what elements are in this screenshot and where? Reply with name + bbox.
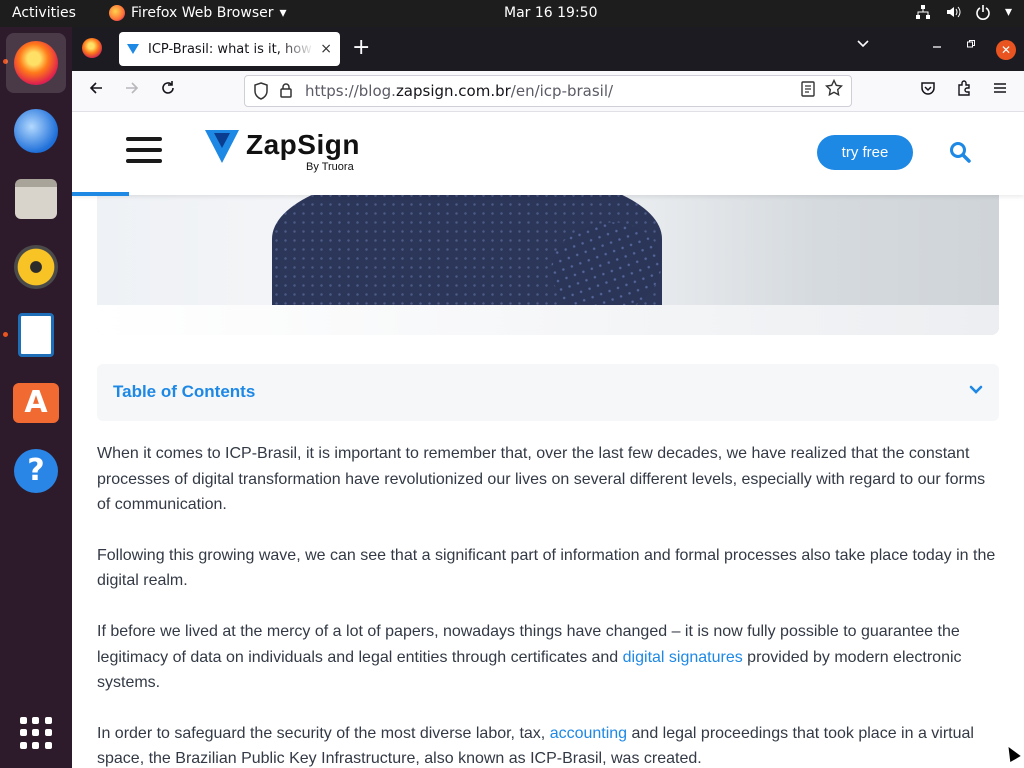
address-bar[interactable]: https://blog.zapsign.com.br/en/icp-brasi… [244,75,852,107]
lock-icon[interactable] [279,82,293,98]
tab-title: ICP-Brasil: what is it, how [148,41,312,57]
article-paragraph: In order to safeguard the security of th… [97,724,974,768]
zapsign-logo-mark[interactable] [205,130,239,163]
site-menu-hamburger-icon[interactable] [126,137,162,163]
activities-button[interactable]: Activities [12,5,76,21]
dock-thunderbird[interactable] [6,101,66,161]
chevron-down-icon[interactable] [968,382,984,398]
zapsign-favicon-icon [127,44,139,54]
digital-signatures-link[interactable]: digital signatures [623,649,743,666]
bookmark-star-icon[interactable] [825,79,843,97]
volume-icon [946,6,961,18]
dock-firefox[interactable] [6,33,66,93]
pocket-icon[interactable] [920,80,936,96]
article-paragraph: Following this growing wave, we can see … [97,546,996,590]
app-grid-icon[interactable] [20,717,52,749]
app-menu[interactable]: Firefox Web Browser ▾ [109,5,287,21]
chevron-down-icon: ▾ [279,5,287,21]
article-paragraph: When it comes to ICP-Brasil, it is impor… [97,445,986,514]
tab-bar: ICP-Brasil: what is it, how × + ✕ [72,27,1024,71]
dock-rhythmbox[interactable] [6,237,66,297]
reading-progress-bar [72,192,130,196]
dock-writer[interactable] [6,305,66,365]
thunderbird-icon [14,109,58,153]
close-window-icon[interactable]: ✕ [996,40,1016,60]
firefox-icon [14,41,58,85]
system-tray[interactable]: ▾ [915,4,1012,20]
browser-window: ICP-Brasil: what is it, how × + ✕ https:… [72,27,1024,768]
tab-icp-brasil[interactable]: ICP-Brasil: what is it, how × [119,32,340,66]
app-menu-hamburger-icon[interactable] [992,80,1008,96]
power-icon [976,5,990,20]
accounting-link[interactable]: accounting [550,725,627,742]
files-icon [15,179,57,219]
tracking-protection-shield-icon[interactable] [253,82,269,100]
chevron-down-icon: ▾ [1004,4,1012,20]
search-icon[interactable] [949,141,971,163]
help-icon: ? [14,449,58,493]
site-header: ZapSign By Truora try free [72,113,1024,196]
pinned-tab-firefox-icon[interactable] [82,38,102,58]
minimize-icon[interactable] [932,39,942,49]
dock: A ? [0,27,72,768]
article-paragraph: If before we lived at the mercy of a lot… [97,622,962,692]
site-logo-subtitle: By Truora [306,161,354,173]
software-store-icon: A [13,383,59,423]
try-free-button[interactable]: try free [817,135,913,170]
dock-files[interactable] [6,169,66,229]
dock-software[interactable]: A [6,373,66,433]
forward-icon[interactable] [124,80,140,96]
network-icon [915,5,930,19]
url-text[interactable]: https://blog.zapsign.com.br/en/icp-brasi… [305,82,613,100]
article-hero-image [97,193,999,335]
firefox-icon [109,5,125,21]
system-top-bar: Activities Firefox Web Browser ▾ Mar 16 … [0,0,1024,27]
clock[interactable]: Mar 16 19:50 [504,5,597,21]
new-tab-button[interactable]: + [352,35,370,60]
close-tab-icon[interactable]: × [320,41,332,57]
rhythmbox-icon [14,245,58,289]
site-logo-text[interactable]: ZapSign [246,129,360,161]
reload-icon[interactable] [160,80,176,96]
web-page: ZapSign By Truora try free Table of Cont… [72,113,1024,768]
app-menu-label: Firefox Web Browser [131,5,274,21]
reader-view-icon[interactable] [801,81,815,97]
table-of-contents[interactable]: Table of Contents [97,364,999,421]
navigation-toolbar: https://blog.zapsign.com.br/en/icp-brasi… [72,71,1024,112]
article-body: When it comes to ICP-Brasil, it is impor… [97,441,1002,768]
toc-title[interactable]: Table of Contents [113,382,255,402]
extensions-icon[interactable] [956,80,972,96]
dock-help[interactable]: ? [6,441,66,501]
list-all-tabs-icon[interactable] [856,37,870,51]
libreoffice-writer-icon [18,313,54,357]
back-icon[interactable] [88,80,104,96]
restore-icon[interactable] [966,39,976,49]
